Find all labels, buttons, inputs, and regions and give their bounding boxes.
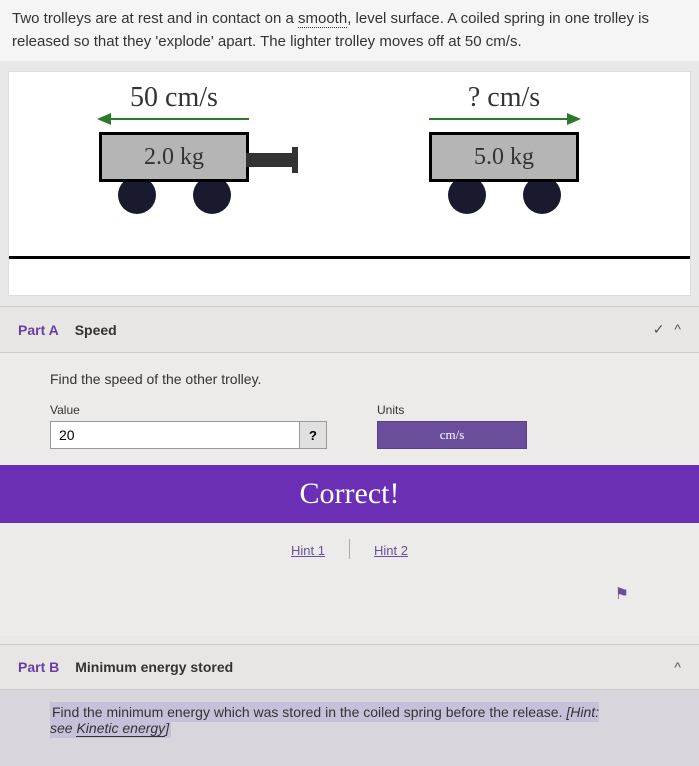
units-column: Units cm/s (377, 403, 527, 449)
help-button[interactable]: ? (299, 421, 327, 449)
problem-line2: released so that they 'explode' apart. T… (12, 33, 522, 50)
term-smooth[interactable]: smooth (298, 10, 347, 28)
part-a-title: Speed (75, 322, 117, 338)
part-b-question: Find the minimum energy which was stored… (50, 704, 649, 736)
hint-1-link[interactable]: Hint 1 (267, 539, 349, 562)
arrow-left-icon (99, 118, 249, 120)
hint-2-link[interactable]: Hint 2 (350, 539, 432, 562)
value-column: Value ? (50, 403, 327, 449)
right-mass-label: 5.0 kg (474, 144, 534, 171)
correct-banner: Correct! (0, 465, 699, 523)
arrow-right-icon (429, 118, 579, 120)
part-a-question: Find the speed of the other trolley. (50, 371, 649, 387)
problem-statement: Two trolleys are at rest and in contact … (0, 0, 699, 61)
part-b-header[interactable]: Part B Minimum energy stored ^ (0, 644, 699, 690)
units-value: cm/s (440, 427, 465, 443)
hint-see: see (50, 720, 76, 736)
hint-close: ] (165, 720, 169, 736)
units-label: Units (377, 403, 527, 417)
value-input[interactable] (50, 421, 300, 449)
part-b-label: Part B (18, 659, 59, 675)
hints-row: Hint 1 Hint 2 (50, 539, 649, 562)
part-a-label: Part A (18, 322, 59, 338)
trolley-left-body: 2.0 kg (99, 132, 249, 182)
part-b-question-pre: Find the minimum energy which was stored… (52, 704, 566, 720)
problem-line1-pre: Two trolleys are at rest and in contact … (12, 10, 298, 27)
part-a-body: Find the speed of the other trolley. Val… (0, 353, 699, 636)
part-b-body: Find the minimum energy which was stored… (0, 690, 699, 766)
caret-up-icon: ^ (674, 659, 681, 675)
hint-open: [Hint: (566, 704, 599, 720)
part-a-header[interactable]: Part A Speed ✓ ^ (0, 306, 699, 353)
caret-up-icon: ^ (674, 321, 681, 338)
units-select[interactable]: cm/s (377, 421, 527, 449)
part-b-title: Minimum energy stored (75, 659, 233, 675)
trolley-right: ? cm/s 5.0 kg (429, 82, 579, 214)
trolley-left: 50 cm/s 2.0 kg (99, 82, 249, 214)
problem-line1-post: , level surface. A coiled spring in one … (347, 10, 649, 27)
ground-line (9, 256, 690, 259)
diagram: 50 cm/s 2.0 kg ? cm/s 5.0 kg (8, 71, 691, 296)
spring-icon (246, 153, 294, 167)
flag-icon[interactable]: ⚑ (615, 586, 629, 603)
left-mass-label: 2.0 kg (144, 144, 204, 171)
trolley-right-body: 5.0 kg (429, 132, 579, 182)
left-velocity-label: 50 cm/s (99, 82, 249, 114)
right-velocity-label: ? cm/s (429, 82, 579, 114)
value-label: Value (50, 403, 327, 417)
check-icon: ✓ (653, 321, 665, 338)
kinetic-energy-link[interactable]: Kinetic energy (76, 720, 165, 737)
